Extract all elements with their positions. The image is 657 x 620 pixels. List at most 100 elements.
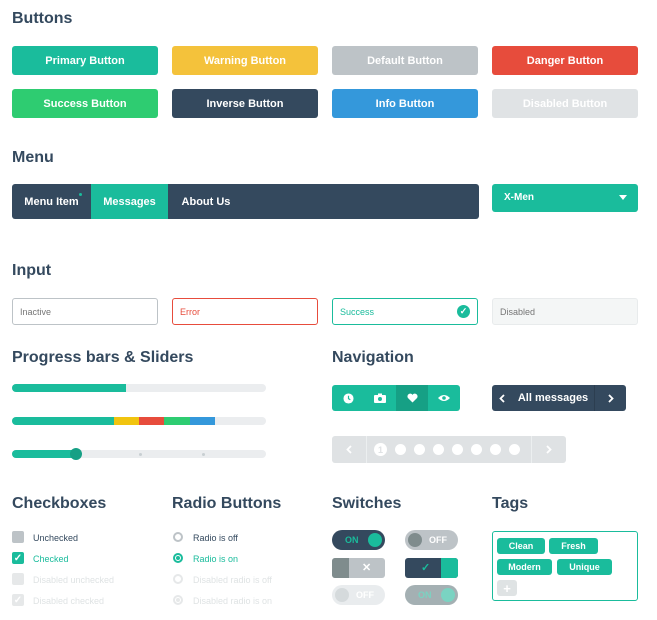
pager-dot[interactable]	[414, 444, 425, 455]
pager-dot[interactable]	[471, 444, 482, 455]
pager-current-page[interactable]: 1	[374, 443, 387, 456]
icon-button-group	[332, 385, 460, 411]
inactive-input[interactable]	[12, 298, 158, 325]
clock-icon[interactable]	[332, 385, 364, 411]
switch-off[interactable]: OFF	[405, 530, 458, 550]
pager-prev-icon[interactable]	[332, 436, 367, 463]
tag[interactable]: Unique	[557, 559, 612, 575]
switch-label: ON	[418, 590, 432, 600]
switch-square-on[interactable]: ✓	[405, 558, 458, 578]
progress-segment	[12, 417, 114, 425]
tag[interactable]: Modern	[497, 559, 552, 575]
checkbox-checked[interactable]: ✓	[12, 552, 24, 564]
radio-disabled-off	[173, 574, 183, 584]
radio-dot	[176, 598, 180, 602]
pager-dot[interactable]	[509, 444, 520, 455]
check-icon: ✓	[421, 562, 431, 574]
error-input[interactable]: Error	[172, 298, 318, 325]
switch-label: OFF	[429, 535, 447, 545]
switch-knob	[368, 533, 382, 547]
slider-tick	[202, 453, 205, 456]
add-tag-icon[interactable]: +	[497, 580, 517, 596]
notification-dot	[79, 193, 82, 196]
progress-segment	[113, 417, 139, 425]
checkbox-label: Disabled checked	[33, 596, 105, 606]
switch-label: ON	[345, 535, 359, 545]
multi-progress-bar	[12, 417, 266, 425]
menu-item-label: About Us	[181, 195, 231, 208]
success-button[interactable]: Success Button	[12, 89, 158, 118]
progress-fill	[12, 384, 127, 392]
progress-bar	[12, 384, 266, 392]
switch-handle	[441, 558, 458, 578]
radio-label: Radio is off	[193, 533, 238, 543]
tags-input[interactable]: Clean Fresh Modern Unique +	[492, 531, 638, 601]
radio-label: Disabled radio is off	[193, 575, 272, 585]
slider-handle[interactable]	[69, 448, 82, 460]
warning-button[interactable]: Warning Button	[172, 46, 318, 75]
slider-fill	[12, 450, 76, 458]
disabled-button: Disabled Button	[492, 89, 638, 118]
switch-disabled-on: ON	[405, 585, 458, 605]
radio-off[interactable]	[173, 532, 183, 542]
messages-nav: All messages	[492, 385, 626, 411]
primary-button[interactable]: Primary Button	[12, 46, 158, 75]
switch-disabled-off: OFF	[332, 585, 385, 605]
disabled-input	[492, 298, 638, 325]
menu-item[interactable]: Menu Item	[12, 184, 91, 219]
progress-segment	[164, 417, 190, 425]
pager-dot[interactable]	[490, 444, 501, 455]
heading-navigation: Navigation	[332, 349, 414, 366]
pager-dot[interactable]	[433, 444, 444, 455]
heading-buttons: Buttons	[12, 10, 73, 27]
success-input[interactable]: Success ✓	[332, 298, 478, 325]
chevron-right-icon[interactable]	[594, 385, 626, 411]
menu-item-label: Menu Item	[24, 195, 79, 208]
heading-radio: Radio Buttons	[172, 495, 282, 512]
switch-knob	[441, 588, 455, 602]
inverse-button[interactable]: Inverse Button	[172, 89, 318, 118]
checkbox-disabled-unchecked	[12, 573, 24, 585]
pager-next-icon[interactable]	[531, 436, 566, 463]
switch-knob	[408, 533, 422, 547]
camera-icon[interactable]	[364, 385, 396, 411]
switch-on[interactable]: ON	[332, 530, 385, 550]
radio-on[interactable]	[173, 553, 183, 563]
menu-bar: Menu Item Messages About Us	[12, 184, 479, 219]
tag[interactable]: Clean	[497, 538, 545, 554]
checkbox-unchecked[interactable]	[12, 531, 24, 543]
pagination: 1	[332, 436, 566, 463]
slider[interactable]	[12, 448, 266, 460]
tag[interactable]: Fresh	[549, 538, 598, 554]
menu-item-messages[interactable]: Messages	[91, 184, 168, 219]
danger-button[interactable]: Danger Button	[492, 46, 638, 75]
switch-square-off[interactable]: ✕	[332, 558, 385, 578]
all-messages-button[interactable]: All messages	[512, 385, 594, 411]
default-button[interactable]: Default Button	[332, 46, 478, 75]
check-circle-icon: ✓	[457, 305, 470, 318]
all-messages-label: All messages	[517, 392, 589, 404]
caret-down-icon	[619, 195, 627, 200]
menu-item-label: Messages	[103, 195, 156, 208]
slider-tick	[139, 453, 142, 456]
switch-label: OFF	[356, 590, 374, 600]
switch-knob	[335, 588, 349, 602]
error-input-value: Error	[180, 306, 200, 317]
pager-dot[interactable]	[395, 444, 406, 455]
chevron-left-icon[interactable]	[492, 385, 512, 411]
heading-progress: Progress bars & Sliders	[12, 349, 194, 366]
switch-handle	[332, 558, 349, 578]
heading-checkboxes: Checkboxes	[12, 495, 107, 512]
eye-icon[interactable]	[428, 385, 460, 411]
checkbox-disabled-checked: ✓	[12, 594, 24, 606]
pager-dot[interactable]	[452, 444, 463, 455]
select-dropdown[interactable]: X-Men	[492, 184, 638, 212]
progress-segment	[189, 417, 216, 425]
heading-menu: Menu	[12, 149, 54, 166]
checkbox-label: Unchecked	[33, 533, 79, 543]
info-button[interactable]: Info Button	[332, 89, 478, 118]
menu-item-about[interactable]: About Us	[168, 184, 244, 219]
success-input-value: Success	[340, 306, 375, 317]
progress-segment	[139, 417, 165, 425]
heart-icon[interactable]	[396, 385, 428, 411]
